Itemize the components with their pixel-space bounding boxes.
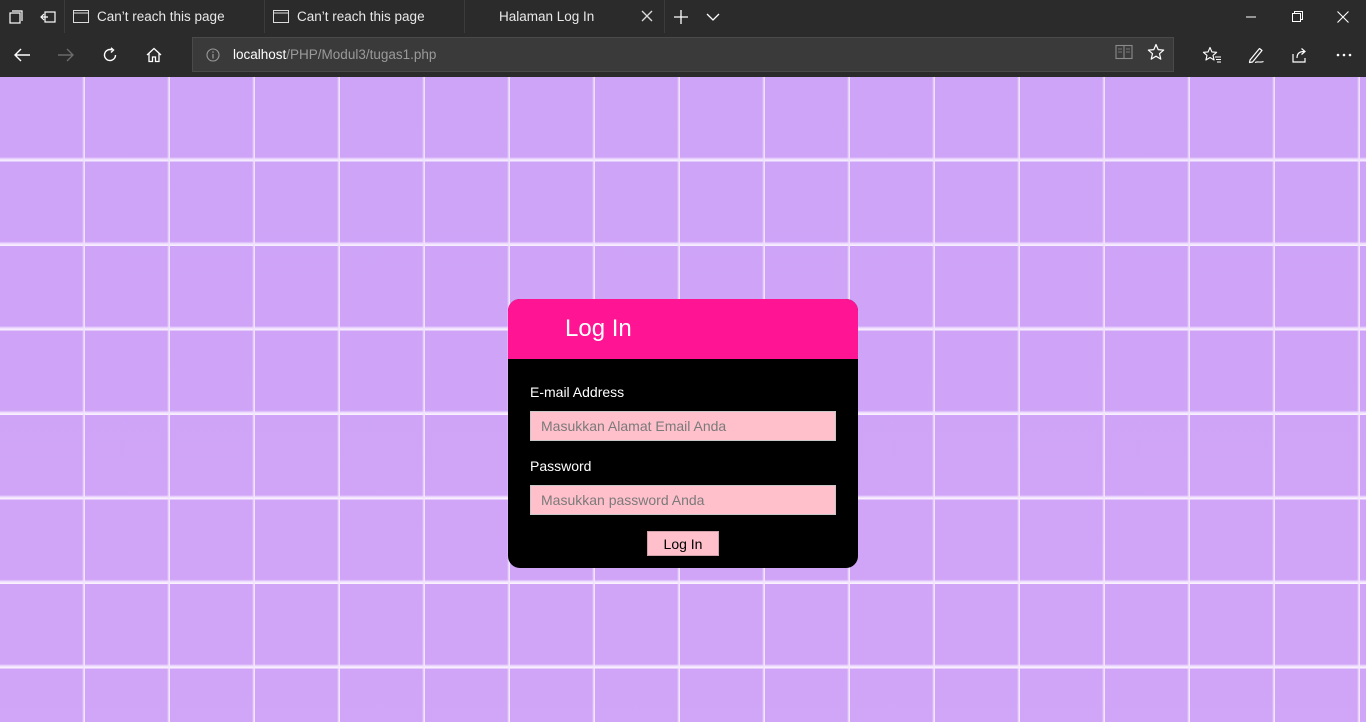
password-label: Password bbox=[530, 458, 592, 474]
pen-icon[interactable] bbox=[1234, 33, 1278, 77]
email-label: E-mail Address bbox=[530, 384, 625, 400]
url-text[interactable]: localhost/PHP/Modul3/tugas1.php bbox=[233, 47, 436, 62]
info-icon[interactable] bbox=[193, 47, 233, 62]
close-window-icon[interactable] bbox=[1320, 0, 1366, 33]
tab-cant-reach-2[interactable]: Can’t reach this page bbox=[264, 0, 464, 33]
password-field[interactable] bbox=[530, 485, 836, 515]
login-button[interactable]: Log In bbox=[647, 531, 719, 556]
login-title: Log In bbox=[565, 315, 632, 342]
page-viewport: Log In E-mail Address Password Log In bbox=[0, 77, 1366, 722]
tab-halaman-login[interactable]: Halaman Log In bbox=[464, 0, 664, 33]
chevron-down-icon[interactable] bbox=[697, 0, 729, 33]
tab-title: Can’t reach this page bbox=[97, 9, 225, 24]
set-aside-icon[interactable] bbox=[32, 0, 64, 33]
url-host: localhost bbox=[233, 47, 287, 62]
favorites-icon[interactable] bbox=[1190, 33, 1234, 77]
url-path: /PHP/Modul3/tugas1.php bbox=[286, 47, 437, 62]
page-icon bbox=[73, 10, 89, 23]
book-icon[interactable] bbox=[1115, 44, 1133, 65]
address-bar[interactable]: localhost/PHP/Modul3/tugas1.php bbox=[192, 37, 1174, 72]
email-field[interactable] bbox=[530, 411, 836, 441]
more-icon[interactable] bbox=[1322, 33, 1366, 77]
tab-actions bbox=[664, 0, 729, 33]
button-row: Log In bbox=[530, 531, 836, 556]
restore-icon[interactable] bbox=[1274, 0, 1320, 33]
toolbar-right bbox=[1190, 33, 1366, 77]
refresh-icon[interactable] bbox=[88, 33, 132, 77]
tabs-aside-icon[interactable] bbox=[0, 0, 32, 33]
home-icon[interactable] bbox=[132, 33, 176, 77]
window-controls bbox=[1228, 0, 1366, 33]
login-header: Log In bbox=[508, 299, 858, 359]
plus-icon[interactable] bbox=[665, 0, 697, 33]
arrow-left-icon[interactable] bbox=[0, 33, 44, 77]
tab-title: Halaman Log In bbox=[499, 9, 595, 24]
login-card: Log In E-mail Address Password Log In bbox=[508, 299, 858, 568]
tab-cant-reach-1[interactable]: Can’t reach this page bbox=[64, 0, 264, 33]
navigation-bar: localhost/PHP/Modul3/tugas1.php bbox=[0, 33, 1366, 77]
address-bar-actions bbox=[1115, 38, 1165, 71]
close-icon[interactable] bbox=[640, 9, 654, 23]
arrow-right-icon[interactable] bbox=[44, 33, 88, 77]
tab-title: Can’t reach this page bbox=[297, 9, 425, 24]
login-form: E-mail Address Password Log In bbox=[508, 359, 858, 556]
page-icon bbox=[273, 10, 289, 23]
tab-bar: Can’t reach this page Can’t reach this p… bbox=[0, 0, 1366, 33]
minimize-icon[interactable] bbox=[1228, 0, 1274, 33]
share-icon[interactable] bbox=[1278, 33, 1322, 77]
star-icon[interactable] bbox=[1147, 43, 1165, 66]
